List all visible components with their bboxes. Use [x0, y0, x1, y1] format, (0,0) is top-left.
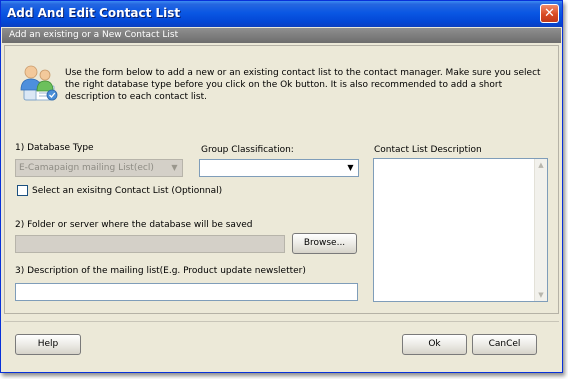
- scroll-down-icon[interactable]: ▼: [535, 289, 547, 301]
- footer-divider: [4, 321, 559, 322]
- group-classification-label: Group Classification:: [201, 145, 294, 155]
- dialog-subheader: Add an existing or a New Contact List: [2, 28, 561, 43]
- existing-list-label: Select an exisitng Contact List (Optionn…: [32, 186, 223, 196]
- cancel-button[interactable]: CanCel: [472, 334, 537, 355]
- description-input[interactable]: [15, 283, 358, 301]
- title-bar[interactable]: Add And Edit Contact List ✕: [1, 1, 562, 27]
- chevron-down-icon: ▼: [347, 163, 354, 172]
- close-button[interactable]: ✕: [540, 4, 559, 23]
- help-button[interactable]: Help: [15, 334, 81, 355]
- group-classification-select[interactable]: ▼: [199, 159, 359, 177]
- users-contacts-icon: [20, 65, 58, 101]
- database-type-label: 1) Database Type: [15, 143, 94, 153]
- folder-path-input[interactable]: [15, 235, 285, 253]
- form-panel: Use the form below to add a new or an ex…: [4, 45, 559, 314]
- window-title: Add And Edit Contact List: [7, 6, 181, 20]
- database-type-select[interactable]: E-Camapaign mailing List(ecl) ▼: [15, 159, 183, 177]
- description-label: 3) Description of the mailing list(E.g. …: [15, 266, 306, 276]
- chevron-down-icon: ▼: [171, 163, 178, 172]
- add-edit-contact-list-dialog: Add And Edit Contact List ✕ Add an exist…: [0, 0, 563, 373]
- database-type-value: E-Camapaign mailing List(ecl): [19, 163, 154, 173]
- contact-description-label: Contact List Description: [374, 145, 482, 155]
- contact-description-textarea[interactable]: ▲ ▼: [373, 158, 548, 302]
- folder-label: 2) Folder or server where the database w…: [15, 220, 253, 230]
- existing-list-checkbox[interactable]: [17, 185, 28, 196]
- ok-button[interactable]: Ok: [402, 334, 467, 355]
- vertical-scrollbar[interactable]: ▲ ▼: [534, 159, 547, 301]
- scroll-up-icon[interactable]: ▲: [535, 159, 547, 171]
- browse-button[interactable]: Browse...: [292, 233, 357, 254]
- intro-instructions: Use the form below to add a new or an ex…: [65, 68, 541, 102]
